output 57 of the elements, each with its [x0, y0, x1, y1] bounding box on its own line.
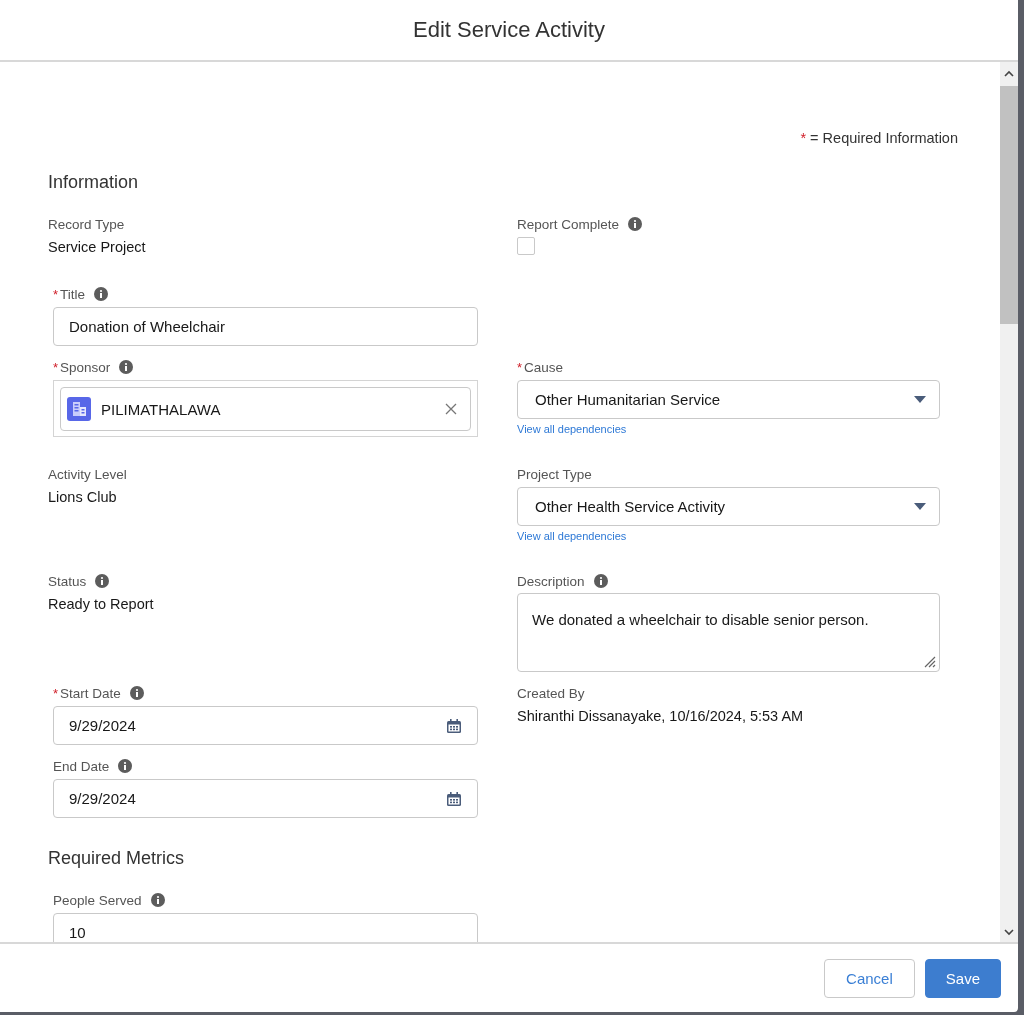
- info-icon[interactable]: [95, 574, 110, 588]
- field-value: Service Project: [48, 239, 147, 257]
- required-asterisk: *: [53, 286, 59, 302]
- picklist[interactable]: Other Humanitarian Service: [517, 380, 940, 419]
- info-icon[interactable]: [119, 360, 134, 374]
- text-input[interactable]: 10: [53, 913, 478, 942]
- calendar-icon[interactable]: [446, 717, 462, 734]
- resize-handle-icon[interactable]: [924, 656, 936, 668]
- field-label: End Date: [53, 758, 110, 774]
- info-icon[interactable]: [129, 686, 144, 700]
- field-label: Cause: [524, 359, 564, 375]
- textarea[interactable]: We donated a wheelchair to disable senior person.: [517, 593, 940, 672]
- lookup-value: PILIMATHALAWA: [101, 400, 222, 418]
- required-asterisk: *: [53, 685, 59, 701]
- field-value: Ready to Report: [48, 596, 155, 614]
- date-input[interactable]: 9/29/2024: [53, 706, 478, 745]
- field-label: Status: [48, 573, 87, 589]
- scrollbar[interactable]: [1000, 62, 1018, 942]
- caret-icon: [914, 503, 926, 510]
- field-label: Title: [60, 286, 86, 302]
- info-icon[interactable]: [150, 893, 165, 907]
- section-heading: Information: [48, 172, 140, 193]
- lookup-pill[interactable]: PILIMATHALAWA: [60, 387, 471, 431]
- caret-icon: [914, 396, 926, 403]
- field-label: Project Type: [517, 466, 592, 482]
- field-label: Start Date: [60, 685, 121, 701]
- field-label: Report Complete: [517, 216, 620, 232]
- picklist[interactable]: Other Health Service Activity: [517, 487, 940, 526]
- field-label: People Served: [53, 892, 142, 908]
- date-input[interactable]: 9/29/2024: [53, 779, 478, 818]
- text-input[interactable]: Donation of Wheelchair: [53, 307, 478, 346]
- info-icon[interactable]: [118, 759, 133, 773]
- field-label: Created By: [517, 685, 585, 701]
- required-note: = Required Information: [810, 130, 958, 146]
- field-label: Activity Level: [48, 466, 127, 482]
- checkbox[interactable]: [517, 237, 535, 255]
- dependencies-link[interactable]: View all dependencies: [517, 423, 627, 435]
- info-icon[interactable]: [593, 574, 608, 588]
- modal-title: Edit Service Activity: [413, 17, 605, 43]
- field-value: Lions Club: [48, 489, 118, 507]
- clear-icon[interactable]: [445, 403, 457, 415]
- field-value: Shiranthi Dissanayake, 10/16/2024, 5:53 AM: [517, 708, 805, 726]
- section-heading: Required Metrics: [48, 848, 186, 869]
- info-icon[interactable]: [94, 287, 109, 301]
- save-button[interactable]: Save: [924, 958, 1001, 998]
- field-label: Description: [517, 573, 585, 589]
- field-label: Record Type: [48, 216, 125, 232]
- cancel-button[interactable]: Cancel: [824, 958, 915, 998]
- scrollbar-thumb[interactable]: [1000, 86, 1018, 324]
- required-asterisk: *: [53, 359, 59, 375]
- calendar-icon[interactable]: [446, 790, 462, 807]
- required-asterisk: *: [800, 130, 807, 146]
- info-icon[interactable]: [628, 217, 643, 231]
- field-label: Sponsor: [60, 359, 111, 375]
- dependencies-link[interactable]: View all dependencies: [517, 530, 627, 542]
- building-icon: [67, 397, 91, 421]
- required-asterisk: *: [517, 359, 523, 375]
